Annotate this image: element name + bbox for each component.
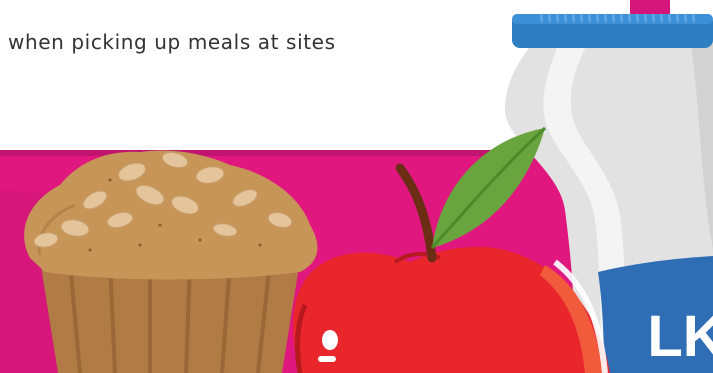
muffin <box>24 150 318 373</box>
promo-banner: when picking up meals at sites LK <box>0 0 713 373</box>
food-illustration: LK <box>0 0 713 373</box>
bottle-label-text: LK <box>647 304 713 369</box>
